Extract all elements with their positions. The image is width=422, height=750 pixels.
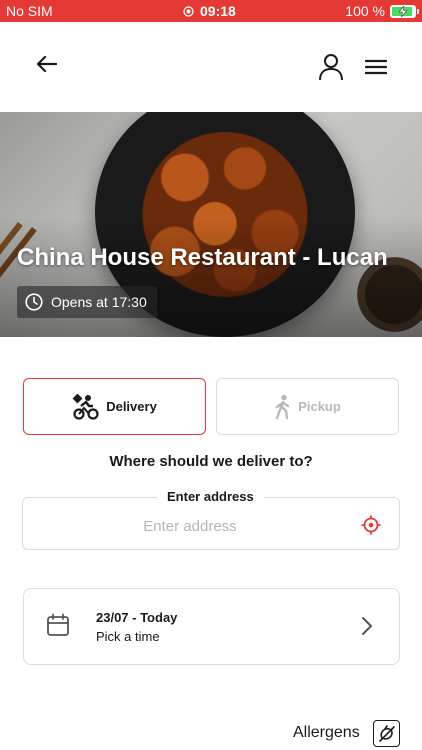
pickup-option-label: Pickup: [298, 399, 341, 414]
allergens-button[interactable]: [373, 720, 400, 747]
battery-icon: [390, 4, 419, 18]
status-bar: No SIM 09:18 100 %: [0, 0, 422, 22]
back-button[interactable]: [29, 46, 65, 82]
address-field-label: Enter address: [157, 489, 264, 504]
menu-button[interactable]: [358, 49, 394, 85]
carrier-label: No SIM: [6, 3, 53, 19]
hamburger-menu-icon: [365, 59, 387, 75]
opening-hours-badge: Opens at 17:30: [17, 286, 157, 318]
restaurant-hero: China House Restaurant - Lucan Opens at …: [0, 112, 422, 337]
use-current-location-button[interactable]: [360, 514, 382, 536]
arrow-left-icon: [36, 55, 58, 73]
delivery-question: Where should we deliver to?: [109, 453, 313, 470]
calendar-icon: [47, 613, 69, 636]
chevron-right-icon: [362, 617, 372, 635]
pickup-option-button[interactable]: Pickup: [216, 378, 399, 435]
pick-time-card[interactable]: 23/07 - Today Pick a time: [23, 588, 400, 665]
delivery-bike-icon: [72, 393, 99, 420]
opening-hours-text: Opens at 17:30: [51, 294, 147, 310]
allergen-icon: [379, 725, 395, 742]
account-button[interactable]: [313, 49, 349, 85]
battery-status: 100 %: [345, 3, 419, 19]
battery-percent: 100 %: [345, 3, 385, 19]
top-bar: [0, 22, 422, 112]
crosshair-icon: [361, 515, 381, 535]
delivery-date: 23/07 - Today: [96, 610, 178, 625]
alarm-icon: [183, 5, 194, 17]
walking-person-icon: [275, 394, 290, 419]
status-time: 09:18: [200, 3, 236, 19]
charging-bolt-icon: [399, 5, 407, 17]
delivery-option-button[interactable]: Delivery: [23, 378, 206, 435]
status-clock: 09:18: [183, 3, 236, 19]
restaurant-name: China House Restaurant - Lucan: [17, 244, 388, 271]
allergens-label[interactable]: Allergens: [293, 724, 360, 742]
user-icon: [319, 54, 343, 81]
hero-gradient: [0, 217, 422, 337]
address-input[interactable]: [30, 512, 350, 540]
clock-icon: [25, 293, 43, 311]
delivery-option-label: Delivery: [106, 399, 157, 414]
pick-time-label: Pick a time: [96, 629, 160, 644]
